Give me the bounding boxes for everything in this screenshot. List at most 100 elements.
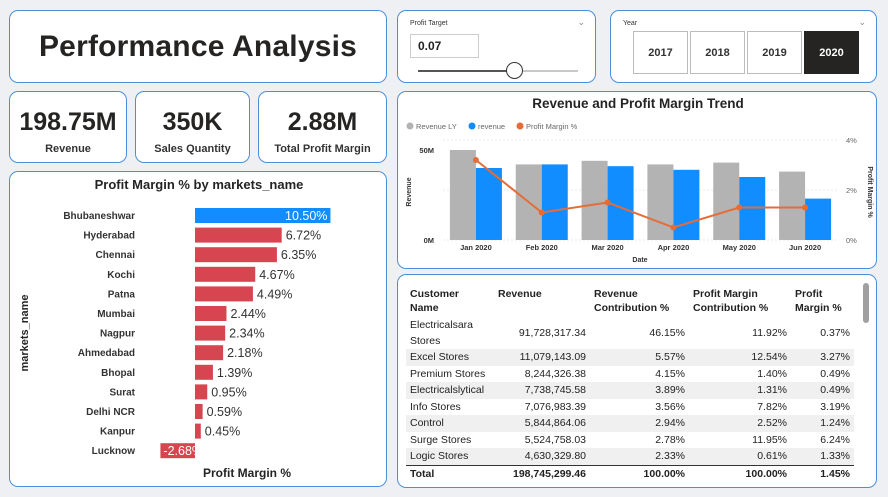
profit-target-input[interactable]: 0.07 xyxy=(410,34,479,58)
chevron-down-icon[interactable]: ⌄ xyxy=(577,17,585,28)
table-row[interactable]: Electricalslytical 7,738,745.58 3.89% 1.31%… xyxy=(406,382,854,399)
market-bar[interactable] xyxy=(195,364,213,380)
table-row[interactable]: Control 5,844,864.06 2.94% 2.52% 1.24% xyxy=(406,415,854,432)
market-bar[interactable] xyxy=(195,306,227,321)
market-bar[interactable] xyxy=(195,423,201,439)
revenue-bar[interactable] xyxy=(805,198,832,240)
year-option-2019[interactable]: 2019 xyxy=(747,31,802,74)
trend-xtick: Mar 2020 xyxy=(592,243,624,252)
market-label: Hyderabad xyxy=(83,231,135,242)
column-header[interactable]: Profit Margin % xyxy=(791,285,854,317)
revenue-ly-bar[interactable] xyxy=(713,162,740,240)
total-cell: Total xyxy=(406,464,494,482)
market-bar[interactable] xyxy=(195,325,226,341)
legend-marker xyxy=(516,122,524,130)
profit-margin-bar-chart: Profit Margin % by markets_name markets_n… xyxy=(19,177,331,480)
revenue-ly-bar[interactable] xyxy=(647,164,674,240)
market-value-label: 4.67% xyxy=(259,268,294,282)
legend-label: Profit Margin % xyxy=(526,122,578,131)
table-row[interactable]: Electricalsara Stores 91,728,317.34 46.15%… xyxy=(406,317,854,349)
chevron-down-icon[interactable]: ⌄ xyxy=(858,17,866,28)
profit-target-slider-track[interactable] xyxy=(418,70,578,72)
market-bar[interactable] xyxy=(195,345,224,361)
market-label: Patna xyxy=(108,289,136,300)
market-bar[interactable] xyxy=(195,266,256,282)
column-header[interactable]: Profit Margin Contribution % xyxy=(689,285,791,317)
profit-margin-point[interactable] xyxy=(670,224,677,231)
total-cell: 100.00% xyxy=(689,464,791,482)
table-total-row: Total 198,745,299.46 100.00% 100.00% 1.45% xyxy=(406,464,854,482)
trend-xtick: Jan 2020 xyxy=(460,243,492,252)
market-value-label: 2.18% xyxy=(227,346,262,360)
table-cell: 1.24% xyxy=(791,415,854,432)
market-bar[interactable] xyxy=(195,286,253,302)
market-bar[interactable] xyxy=(195,247,277,263)
market-label: Kanpur xyxy=(100,427,135,438)
table-cell: 3.89% xyxy=(590,382,689,399)
table-cell: 7,076,983.39 xyxy=(524,400,586,413)
profit-target-slider-thumb[interactable] xyxy=(505,62,523,79)
revenue-ly-bar[interactable] xyxy=(779,171,806,240)
table-cell: 5.57% xyxy=(590,349,689,366)
year-slicer-title: Year xyxy=(623,20,638,27)
market-bar[interactable] xyxy=(195,384,208,400)
trend-xtick: Feb 2020 xyxy=(526,243,558,252)
market-label: Bhopal xyxy=(101,368,135,379)
profit-margin-point[interactable] xyxy=(736,204,743,211)
table-cell: 1.31% xyxy=(689,382,791,399)
table-cell: Electricalslytical xyxy=(406,382,494,399)
table-cell: 91,728,317.34 xyxy=(518,326,586,339)
market-label: Mumbai xyxy=(97,309,135,320)
year-option-2017[interactable]: 2017 xyxy=(633,31,688,74)
table-cell: 7.82% xyxy=(757,400,787,413)
table-cell: 11,079,143.09 xyxy=(494,349,590,366)
legend-label: Revenue LY xyxy=(416,122,457,131)
column-header[interactable]: Customer Name xyxy=(406,285,494,317)
profit-target-slider-fill xyxy=(418,70,514,72)
revenue-bar[interactable] xyxy=(541,164,568,240)
year-slicer: Year ⌄ 2017 2018 2019 2020 xyxy=(610,10,877,83)
table-row[interactable]: Logic Stores 4,630,329.80 2.33% 0.61% 1.33% xyxy=(406,448,854,465)
table-cell: 0.61% xyxy=(689,448,791,465)
revenue-bar[interactable] xyxy=(673,169,700,240)
profit-margin-point[interactable] xyxy=(472,157,479,163)
table-cell: 3.27% xyxy=(791,349,854,366)
revenue-profit-trend-chart: Revenue and Profit Margin Trend Revenue L… xyxy=(397,91,877,269)
market-bar[interactable] xyxy=(195,227,282,243)
table-cell: 11.95% xyxy=(752,433,787,446)
column-header[interactable]: Revenue xyxy=(494,285,590,317)
market-value-label: 0.95% xyxy=(211,385,246,399)
profit-margin-point[interactable] xyxy=(604,199,611,206)
table-cell: 8,244,326.38 xyxy=(524,367,586,380)
table-cell: 7,738,745.58 xyxy=(494,382,590,399)
profit-margin-point[interactable] xyxy=(538,209,545,216)
customer-table: Customer Name Revenue Revenue Contribution… xyxy=(406,285,854,482)
revenue-ly-bar[interactable] xyxy=(581,160,608,240)
table-cell: 2.78% xyxy=(655,433,685,446)
table-cell: Surge Stores xyxy=(410,433,472,446)
trend-ytick: 50M xyxy=(419,146,434,155)
market-bar[interactable] xyxy=(195,404,203,419)
kpi-total-profit-margin-label: Total Profit Margin xyxy=(274,143,371,155)
trend-ylabel: Revenue xyxy=(406,177,413,206)
table-row[interactable]: Surge Stores 5,524,758.03 2.78% 11.95% 6.24% xyxy=(406,432,854,449)
table-cell: 0.37% xyxy=(820,326,850,339)
profit-margin-point[interactable] xyxy=(802,204,809,211)
table-row[interactable]: Info Stores 7,076,983.39 3.56% 7.82% 3.19% xyxy=(406,399,854,416)
table-cell: 46.15% xyxy=(649,326,685,339)
year-option-2020[interactable]: 2020 xyxy=(804,31,859,74)
table-row[interactable]: Premium Stores 8,244,326.38 4.15% 1.40% 0.49… xyxy=(406,366,854,383)
revenue-ly-bar[interactable] xyxy=(449,150,476,240)
column-header[interactable]: Revenue Contribution % xyxy=(590,285,689,317)
table-cell: 2.52% xyxy=(689,415,791,432)
total-cell: 1.45% xyxy=(791,464,854,482)
profit-chart-ylabel: markets_name xyxy=(19,294,31,371)
table-row[interactable]: Excel Stores 11,079,143.09 5.57% 12.54% 3.27… xyxy=(406,349,854,366)
table-scrollbar[interactable] xyxy=(863,283,869,323)
table-cell: 5,524,758.03 xyxy=(524,433,586,446)
legend-marker xyxy=(406,122,414,130)
trend-xlabel: Date xyxy=(632,257,647,264)
market-label: Lucknow xyxy=(92,446,136,457)
year-option-2018[interactable]: 2018 xyxy=(690,31,745,74)
trend-y2tick: 0% xyxy=(846,236,857,245)
